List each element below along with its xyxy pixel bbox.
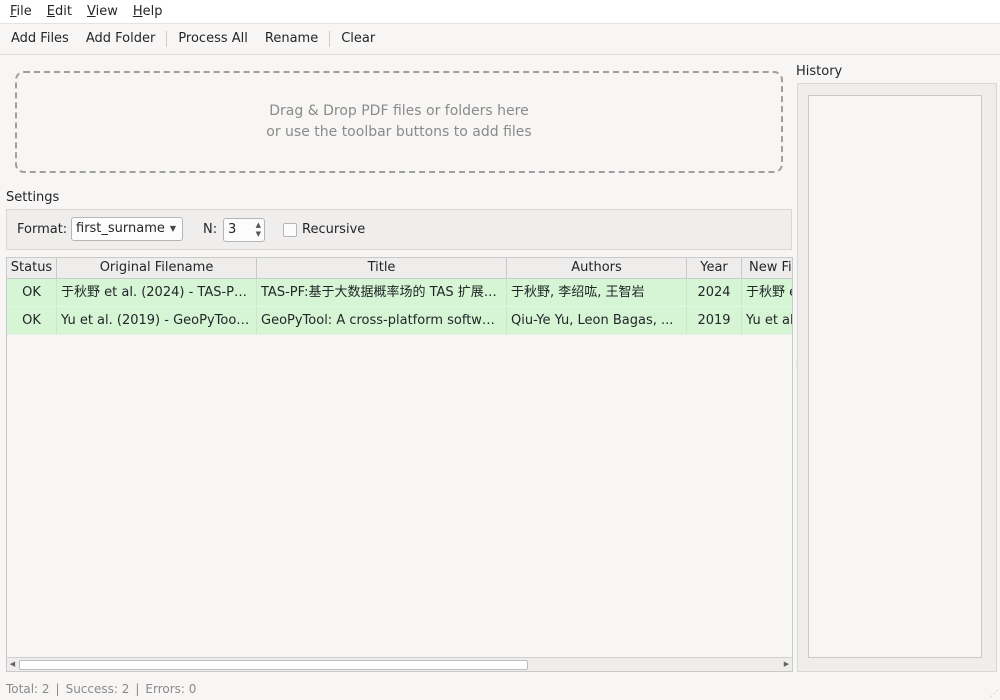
cell-year: 2024: [687, 279, 742, 306]
menu-help-label: elp: [142, 4, 163, 19]
menu-file-label: ile: [16, 4, 32, 19]
settings-label: Settings: [6, 190, 60, 205]
scrollbar-handle[interactable]: [19, 660, 528, 670]
history-label: History: [796, 64, 843, 79]
cell-new-filename: Yu et al.: [742, 307, 792, 334]
scroll-left-icon[interactable]: ◀: [7, 658, 18, 671]
cell-status: OK: [7, 279, 57, 306]
recursive-label[interactable]: Recursive: [302, 222, 365, 237]
cell-title: GeoPyTool: A cross-platform software ...: [257, 307, 507, 334]
recursive-checkbox[interactable]: [283, 223, 297, 237]
history-panel: [797, 83, 997, 672]
status-bar: Total: 2 | Success: 2 | Errors: 0: [6, 682, 196, 696]
cell-original-filename: 于秋野 et al. (2024) - TAS-PF基...: [57, 279, 257, 306]
horizontal-scrollbar[interactable]: ◀ ▶: [7, 657, 792, 671]
table-row[interactable]: OK 于秋野 et al. (2024) - TAS-PF基... TAS-PF…: [7, 279, 792, 307]
results-table: Status Original Filename Title Authors Y…: [6, 257, 793, 672]
drop-zone-line2: or use the toolbar buttons to add files: [266, 124, 532, 140]
chevron-down-icon: ▼: [169, 224, 176, 233]
status-errors: Errors: 0: [145, 682, 197, 696]
n-spinbox[interactable]: 3 ▲ ▼: [223, 218, 265, 242]
cell-original-filename: Yu et al. (2019) - GeoPyTool A ...: [57, 307, 257, 334]
clear-button[interactable]: Clear: [335, 24, 381, 54]
menu-edit-label: dit: [55, 4, 72, 19]
add-files-button[interactable]: Add Files: [5, 24, 75, 54]
cell-year: 2019: [687, 307, 742, 334]
table-header: Status Original Filename Title Authors Y…: [7, 258, 792, 279]
menubar: File Edit View Help: [0, 0, 1000, 24]
status-total: Total: 2: [6, 682, 50, 696]
cell-new-filename: 于秋野 e: [742, 279, 792, 306]
column-header-authors[interactable]: Authors: [507, 258, 687, 278]
table-row[interactable]: OK Yu et al. (2019) - GeoPyTool A ... Ge…: [7, 307, 792, 335]
drop-zone-line1: Drag & Drop PDF files or folders here: [269, 103, 529, 119]
rename-button[interactable]: Rename: [259, 24, 324, 54]
menu-view-mnemonic: V: [86, 4, 96, 19]
add-folder-button[interactable]: Add Folder: [80, 24, 161, 54]
format-label: Format:: [17, 222, 68, 237]
column-header-status[interactable]: Status: [7, 258, 57, 278]
menu-help-mnemonic: H: [132, 4, 143, 19]
menu-file[interactable]: File: [5, 0, 37, 23]
cell-title: TAS-PF:基于大数据概率场的 TAS 扩展图解: [257, 279, 507, 306]
column-header-title[interactable]: Title: [257, 258, 507, 278]
n-label: N:: [203, 222, 218, 237]
status-success: Success: 2: [65, 682, 130, 696]
scroll-right-icon[interactable]: ▶: [781, 658, 792, 671]
cell-status: OK: [7, 307, 57, 334]
spin-down-icon[interactable]: ▼: [256, 230, 261, 238]
toolbar-separator: [329, 31, 331, 47]
format-combobox[interactable]: first_surname ▼: [71, 217, 183, 241]
menu-edit[interactable]: Edit: [42, 0, 77, 23]
drop-zone[interactable]: Drag & Drop PDF files or folders here or…: [15, 71, 783, 173]
column-header-new-filename[interactable]: New Fil: [742, 258, 792, 278]
toolbar-separator: [166, 31, 168, 47]
column-header-year[interactable]: Year: [687, 258, 742, 278]
status-separator: |: [55, 682, 60, 696]
format-value: first_surname: [76, 221, 165, 236]
n-value: 3: [228, 222, 237, 237]
spin-up-icon[interactable]: ▲: [256, 221, 261, 229]
menu-view[interactable]: View: [82, 0, 123, 23]
cell-authors: 于秋野, 李绍吰, 王智岩: [507, 279, 687, 306]
cell-authors: Qiu-Ye Yu, Leon Bagas, ...: [507, 307, 687, 334]
toolbar: Add Files Add Folder Process All Rename …: [0, 24, 1000, 55]
splitter-handle[interactable]: ⋮: [793, 360, 801, 374]
history-list[interactable]: [808, 95, 982, 658]
status-separator: |: [135, 682, 140, 696]
menu-edit-mnemonic: E: [46, 4, 55, 19]
menu-view-label: iew: [95, 4, 118, 19]
menu-help[interactable]: Help: [128, 0, 168, 23]
column-header-original-filename[interactable]: Original Filename: [57, 258, 257, 278]
settings-group: Format: first_surname ▼ N: 3 ▲ ▼ Recursi…: [6, 209, 792, 250]
size-grip-icon[interactable]: ⋰: [990, 690, 998, 698]
process-all-button[interactable]: Process All: [172, 24, 254, 54]
